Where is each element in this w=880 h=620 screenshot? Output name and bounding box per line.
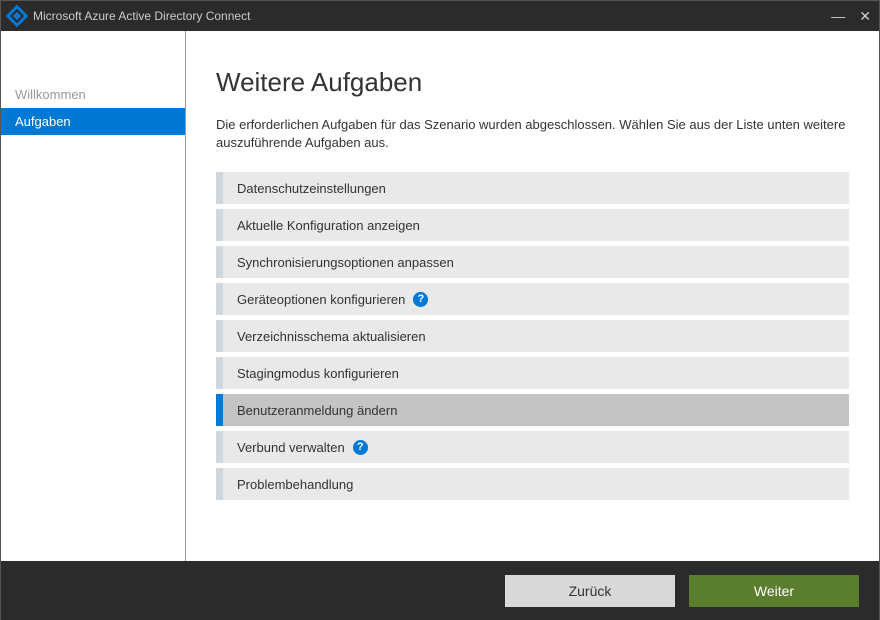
close-icon[interactable]: ✕ xyxy=(859,8,871,25)
sidebar-item-label: Aufgaben xyxy=(15,114,71,129)
help-icon[interactable]: ? xyxy=(413,292,428,307)
task-stagingmodus[interactable]: Stagingmodus konfigurieren xyxy=(216,357,849,389)
task-label: Geräteoptionen konfigurieren xyxy=(237,292,405,307)
task-accent xyxy=(216,431,223,463)
task-verzeichnisschema[interactable]: Verzeichnisschema aktualisieren xyxy=(216,320,849,352)
task-synchronisierungsoptionen[interactable]: Synchronisierungsoptionen anpassen xyxy=(216,246,849,278)
task-label: Verzeichnisschema aktualisieren xyxy=(237,329,426,344)
sidebar-item-label: Willkommen xyxy=(15,87,86,102)
task-list: Datenschutzeinstellungen Aktuelle Konfig… xyxy=(216,172,849,500)
task-accent xyxy=(216,283,223,315)
task-label: Problembehandlung xyxy=(237,477,353,492)
task-datenschutz[interactable]: Datenschutzeinstellungen xyxy=(216,172,849,204)
app-icon xyxy=(6,5,29,28)
task-benutzeranmeldung[interactable]: Benutzeranmeldung ändern xyxy=(216,394,849,426)
task-label: Aktuelle Konfiguration anzeigen xyxy=(237,218,420,233)
task-accent xyxy=(216,209,223,241)
task-accent xyxy=(216,246,223,278)
task-problembehandlung[interactable]: Problembehandlung xyxy=(216,468,849,500)
sidebar: Willkommen Aufgaben xyxy=(1,31,186,561)
sidebar-item-willkommen[interactable]: Willkommen xyxy=(1,81,185,108)
back-button[interactable]: Zurück xyxy=(505,575,675,607)
task-accent xyxy=(216,357,223,389)
page-title: Weitere Aufgaben xyxy=(216,67,849,98)
footer: Zurück Weiter xyxy=(1,561,879,620)
task-label: Verbund verwalten xyxy=(237,440,345,455)
window-controls: — ✕ xyxy=(831,8,871,25)
window-title: Microsoft Azure Active Directory Connect xyxy=(33,9,831,23)
next-button[interactable]: Weiter xyxy=(689,575,859,607)
main-content: Weitere Aufgaben Die erforderlichen Aufg… xyxy=(186,31,879,561)
task-accent xyxy=(216,320,223,352)
titlebar: Microsoft Azure Active Directory Connect… xyxy=(1,1,879,31)
sidebar-item-aufgaben[interactable]: Aufgaben xyxy=(1,108,185,135)
help-icon[interactable]: ? xyxy=(353,440,368,455)
body-area: Willkommen Aufgaben Weitere Aufgaben Die… xyxy=(1,31,879,561)
minimize-icon[interactable]: — xyxy=(831,8,845,25)
task-accent xyxy=(216,172,223,204)
page-description: Die erforderlichen Aufgaben für das Szen… xyxy=(216,116,849,152)
task-aktuelle-konfiguration[interactable]: Aktuelle Konfiguration anzeigen xyxy=(216,209,849,241)
task-accent xyxy=(216,394,223,426)
task-label: Synchronisierungsoptionen anpassen xyxy=(237,255,454,270)
task-label: Datenschutzeinstellungen xyxy=(237,181,386,196)
task-accent xyxy=(216,468,223,500)
task-label: Benutzeranmeldung ändern xyxy=(237,403,397,418)
task-verbund[interactable]: Verbund verwalten ? xyxy=(216,431,849,463)
task-geraeteoptionen[interactable]: Geräteoptionen konfigurieren ? xyxy=(216,283,849,315)
task-label: Stagingmodus konfigurieren xyxy=(237,366,399,381)
